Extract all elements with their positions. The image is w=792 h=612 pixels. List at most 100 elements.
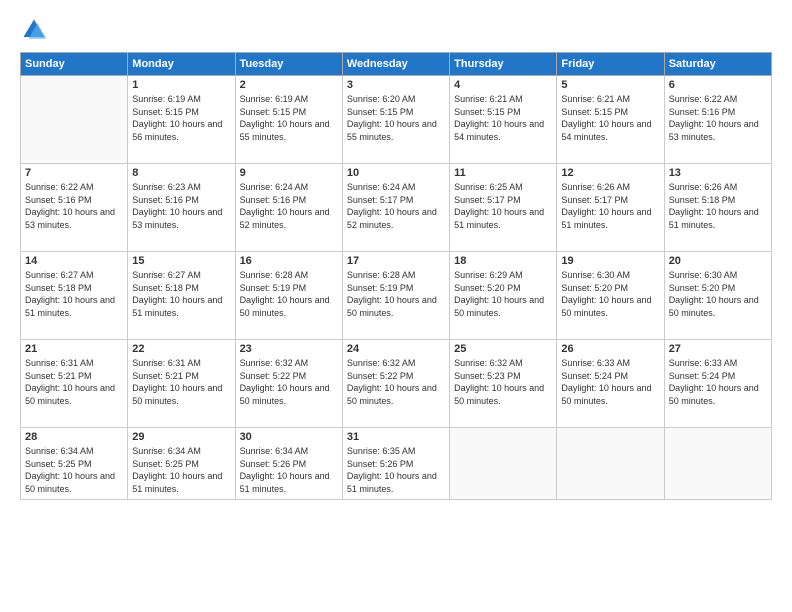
day-number: 22 [132, 343, 230, 355]
calendar-cell [557, 428, 664, 500]
day-number: 2 [240, 79, 338, 91]
day-number: 4 [454, 79, 552, 91]
calendar-header-wednesday: Wednesday [342, 53, 449, 76]
calendar-cell: 13 Sunrise: 6:26 AM Sunset: 5:18 PM Dayli… [664, 164, 771, 252]
day-info: Sunrise: 6:26 AM Sunset: 5:17 PM Dayligh… [561, 181, 659, 231]
calendar-cell: 17Sunrise: 6:28 AM Sunset: 5:19 PM Dayli… [342, 252, 449, 340]
calendar-cell: 31 Sunrise: 6:35 AM Sunset: 5:26 PM Dayli… [342, 428, 449, 500]
day-info: Sunrise: 6:19 AM Sunset: 5:15 PM Dayligh… [132, 93, 230, 143]
day-info: Sunrise: 6:26 AM Sunset: 5:18 PM Dayligh… [669, 181, 767, 231]
calendar-cell: 24 Sunrise: 6:32 AM Sunset: 5:22 PM Dayli… [342, 340, 449, 428]
day-info: Sunrise: 6:31 AM Sunset: 5:21 PM Dayligh… [25, 357, 123, 407]
calendar-cell [450, 428, 557, 500]
day-number: 7 [25, 167, 123, 179]
day-info: Sunrise: 6:33 AM Sunset: 5:24 PM Dayligh… [669, 357, 767, 407]
day-info: Sunrise: 6:31 AM Sunset: 5:21 PM Dayligh… [132, 357, 230, 407]
calendar-cell: 27 Sunrise: 6:33 AM Sunset: 5:24 PM Dayli… [664, 340, 771, 428]
day-info: Sunrise: 6:21 AM Sunset: 5:15 PM Dayligh… [561, 93, 659, 143]
day-number: 1 [132, 79, 230, 91]
calendar-cell: 22 Sunrise: 6:31 AM Sunset: 5:21 PM Dayli… [128, 340, 235, 428]
day-number: 3 [347, 79, 445, 91]
day-number: 23 [240, 343, 338, 355]
page-container: SundayMondayTuesdayWednesdayThursdayFrid… [0, 0, 792, 612]
day-info: Sunrise: 6:23 AM Sunset: 5:16 PM Dayligh… [132, 181, 230, 231]
calendar-cell: 5 Sunrise: 6:21 AM Sunset: 5:15 PM Daylig… [557, 76, 664, 164]
calendar-header-sunday: Sunday [21, 53, 128, 76]
day-info: Sunrise: 6:20 AM Sunset: 5:15 PM Dayligh… [347, 93, 445, 143]
day-info: Sunrise: 6:21 AM Sunset: 5:15 PM Dayligh… [454, 93, 552, 143]
logo [20, 16, 52, 44]
calendar-week-3: 14Sunrise: 6:27 AM Sunset: 5:18 PM Dayli… [21, 252, 772, 340]
day-info: Sunrise: 6:19 AM Sunset: 5:15 PM Dayligh… [240, 93, 338, 143]
calendar-cell: 26 Sunrise: 6:33 AM Sunset: 5:24 PM Dayli… [557, 340, 664, 428]
day-info: Sunrise: 6:34 AM Sunset: 5:25 PM Dayligh… [132, 445, 230, 495]
calendar-cell: 9 Sunrise: 6:24 AM Sunset: 5:16 PM Daylig… [235, 164, 342, 252]
calendar-header-saturday: Saturday [664, 53, 771, 76]
day-info: Sunrise: 6:34 AM Sunset: 5:26 PM Dayligh… [240, 445, 338, 495]
day-info: Sunrise: 6:30 AM Sunset: 5:20 PM Dayligh… [669, 269, 767, 319]
day-number: 10 [347, 167, 445, 179]
day-number: 19 [561, 255, 659, 267]
day-number: 18 [454, 255, 552, 267]
calendar-header-thursday: Thursday [450, 53, 557, 76]
calendar-cell: 28Sunrise: 6:34 AM Sunset: 5:25 PM Dayli… [21, 428, 128, 500]
calendar-cell: 21 Sunrise: 6:31 AM Sunset: 5:21 PM Dayli… [21, 340, 128, 428]
day-number: 16 [240, 255, 338, 267]
calendar-cell: 18 Sunrise: 6:29 AM Sunset: 5:20 PM Dayli… [450, 252, 557, 340]
day-info: Sunrise: 6:29 AM Sunset: 5:20 PM Dayligh… [454, 269, 552, 319]
day-number: 28 [25, 431, 123, 443]
day-number: 14 [25, 255, 123, 267]
calendar-cell: 20 Sunrise: 6:30 AM Sunset: 5:20 PM Dayli… [664, 252, 771, 340]
day-info: Sunrise: 6:28 AM Sunset: 5:19 PM Dayligh… [347, 269, 445, 319]
day-info: Sunrise: 6:32 AM Sunset: 5:23 PM Dayligh… [454, 357, 552, 407]
calendar-cell: 15Sunrise: 6:27 AM Sunset: 5:18 PM Dayli… [128, 252, 235, 340]
day-info: Sunrise: 6:22 AM Sunset: 5:16 PM Dayligh… [25, 181, 123, 231]
calendar-cell: 3 Sunrise: 6:20 AM Sunset: 5:15 PM Daylig… [342, 76, 449, 164]
day-info: Sunrise: 6:30 AM Sunset: 5:20 PM Dayligh… [561, 269, 659, 319]
calendar-cell [664, 428, 771, 500]
day-number: 31 [347, 431, 445, 443]
calendar-cell: 2 Sunrise: 6:19 AM Sunset: 5:15 PM Daylig… [235, 76, 342, 164]
calendar-cell: 25 Sunrise: 6:32 AM Sunset: 5:23 PM Dayli… [450, 340, 557, 428]
calendar-cell: 10 Sunrise: 6:24 AM Sunset: 5:17 PM Dayli… [342, 164, 449, 252]
day-number: 5 [561, 79, 659, 91]
calendar-cell: 11Sunrise: 6:25 AM Sunset: 5:17 PM Dayli… [450, 164, 557, 252]
logo-icon [20, 16, 48, 44]
day-number: 8 [132, 167, 230, 179]
calendar-header-row: SundayMondayTuesdayWednesdayThursdayFrid… [21, 53, 772, 76]
header [20, 16, 772, 44]
day-info: Sunrise: 6:24 AM Sunset: 5:16 PM Dayligh… [240, 181, 338, 231]
day-info: Sunrise: 6:35 AM Sunset: 5:26 PM Dayligh… [347, 445, 445, 495]
day-number: 9 [240, 167, 338, 179]
calendar-cell: 30 Sunrise: 6:34 AM Sunset: 5:26 PM Dayli… [235, 428, 342, 500]
calendar-cell: 14Sunrise: 6:27 AM Sunset: 5:18 PM Dayli… [21, 252, 128, 340]
calendar-week-5: 28 Sunrise: 6:34 AM Sunset: 5:25 PM Dayli… [21, 428, 772, 500]
day-number: 26 [561, 343, 659, 355]
day-info: Sunrise: 6:24 AM Sunset: 5:17 PM Dayligh… [347, 181, 445, 231]
calendar-header-friday: Friday [557, 53, 664, 76]
day-number: 21 [25, 343, 123, 355]
day-number: 20 [669, 255, 767, 267]
calendar-week-4: 21 Sunrise: 6:31 AM Sunset: 5:21 PM Dayli… [21, 340, 772, 428]
calendar-cell [21, 76, 128, 164]
day-number: 29 [132, 431, 230, 443]
day-number: 15 [132, 255, 230, 267]
day-number: 13 [669, 167, 767, 179]
day-number: 30 [240, 431, 338, 443]
day-info: Sunrise: 6:22 AM Sunset: 5:16 PM Dayligh… [669, 93, 767, 143]
day-number: 27 [669, 343, 767, 355]
calendar-cell: 8 Sunrise: 6:23 AM Sunset: 5:16 PM Daylig… [128, 164, 235, 252]
day-number: 24 [347, 343, 445, 355]
calendar-header-tuesday: Tuesday [235, 53, 342, 76]
calendar-cell: 19 Sunrise: 6:30 AM Sunset: 5:20 PM Dayli… [557, 252, 664, 340]
calendar-cell: 1 Sunrise: 6:19 AM Sunset: 5:15 PM Daylig… [128, 76, 235, 164]
day-number: 25 [454, 343, 552, 355]
calendar-week-1: 1 Sunrise: 6:19 AM Sunset: 5:15 PM Daylig… [21, 76, 772, 164]
day-info: Sunrise: 6:33 AM Sunset: 5:24 PM Dayligh… [561, 357, 659, 407]
calendar-cell: 16Sunrise: 6:28 AM Sunset: 5:19 PM Dayli… [235, 252, 342, 340]
calendar-cell: 29 Sunrise: 6:34 AM Sunset: 5:25 PM Dayli… [128, 428, 235, 500]
calendar-cell: 12Sunrise: 6:26 AM Sunset: 5:17 PM Dayli… [557, 164, 664, 252]
day-info: Sunrise: 6:32 AM Sunset: 5:22 PM Dayligh… [347, 357, 445, 407]
day-number: 6 [669, 79, 767, 91]
calendar-cell: 6 Sunrise: 6:22 AM Sunset: 5:16 PM Daylig… [664, 76, 771, 164]
